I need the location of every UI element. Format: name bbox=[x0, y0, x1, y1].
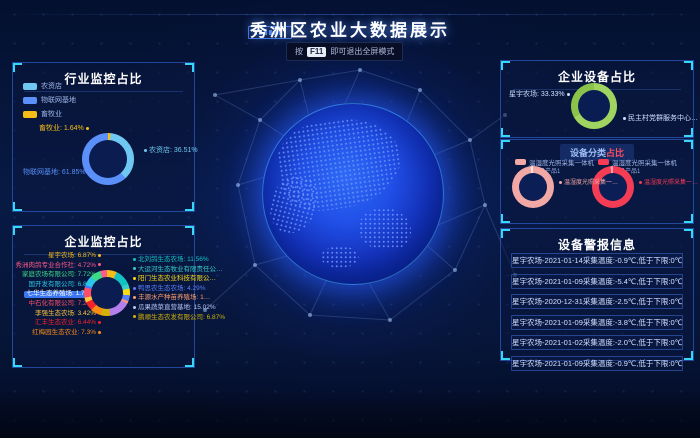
header-divider-line bbox=[0, 14, 700, 15]
leader-dot bbox=[639, 181, 642, 184]
hint-prefix: 按 bbox=[295, 46, 303, 57]
legend-item[interactable]: 农资店 bbox=[23, 81, 76, 91]
chart-callout: 星宇农场: 6.87% bbox=[48, 253, 103, 260]
alarm-row: 星宇农场-2020-12-31采集温度:-2.5℃,低于下限:0℃ bbox=[511, 294, 683, 309]
alarm-row: 星宇农场-2021-01-09采集温度:-0.9℃,低于下限:0℃ bbox=[511, 356, 683, 371]
chart-callout: 瓜果蔬菜直营基地: 15.02% bbox=[131, 305, 216, 312]
leader-dot bbox=[98, 331, 101, 334]
chart-callout: 秀洲肉鸽专业合作社: 4.72% bbox=[15, 263, 103, 270]
chart-callout: 鹏顺生态农发有限公司: 6.87% bbox=[131, 315, 225, 322]
f11-key-badge: F11 bbox=[307, 47, 326, 57]
page-title: 秀洲区农业大数据展示 bbox=[0, 16, 700, 41]
alarm-row: 星宇农场-2021-01-02采集温度:-2.0℃,低于下限:0℃ bbox=[511, 335, 683, 350]
leader-dot bbox=[98, 263, 101, 266]
leader-dot bbox=[133, 287, 136, 290]
legend-swatch bbox=[23, 97, 37, 104]
legend-swatch bbox=[23, 111, 37, 118]
leader-dot bbox=[88, 171, 91, 174]
leader-dot bbox=[623, 117, 626, 120]
alarm-row: 星宇农场-2021-01-14采集温度:-0.9℃,低于下限:0℃ bbox=[511, 253, 683, 268]
leader-dot bbox=[98, 321, 101, 324]
panel-industry-monitor: 行业监控占比 农资店 物联网基地 畜牧业 畜牧业: 1.64% 农资店: 36.… bbox=[12, 62, 195, 212]
leader-dot bbox=[144, 149, 147, 152]
globe-dotted-continent bbox=[265, 171, 324, 238]
alarm-row: 星宇农场-2021-01-09采集温度:-3.8℃,低于下限:0℃ bbox=[511, 315, 683, 330]
device-class-donut-right[interactable] bbox=[592, 166, 634, 208]
globe-dotted-continent bbox=[359, 208, 411, 250]
chart-callout: 汇丰生态农业: 6.44% bbox=[35, 320, 103, 327]
leader-dot bbox=[133, 315, 136, 318]
legend-swatch bbox=[515, 159, 526, 165]
enterprise-labels-right: 北刘鸽生态农场: 11.56% 大运河生态牧业有限责任公… 阳门生态农业科技有限… bbox=[131, 257, 193, 321]
chart-callout: 物联网基地: 61.85% bbox=[23, 167, 93, 177]
legend-item[interactable]: 畜牧业 bbox=[23, 109, 76, 119]
legend-label: 物联网基地 bbox=[41, 95, 76, 105]
legend-label: 畜牧业 bbox=[41, 109, 62, 119]
industry-donut-chart[interactable] bbox=[82, 133, 134, 185]
alarm-row: 星宇农场-2021-01-09采集温度:-5.4℃,低于下限:0℃ bbox=[511, 274, 683, 289]
alarm-list: 星宇农场-2021-01-14采集温度:-0.9℃,低于下限:0℃ 星宇农场-2… bbox=[511, 253, 683, 371]
legend-item[interactable]: 物联网基地 bbox=[23, 95, 76, 105]
chart-callout: 温湿度光照采集一… bbox=[637, 177, 698, 186]
chart-callout: 农资店: 36.51% bbox=[142, 145, 198, 155]
enterprise-device-donut-chart[interactable] bbox=[571, 83, 617, 129]
leader-dot bbox=[133, 277, 136, 280]
device-class-donut-left[interactable] bbox=[512, 166, 554, 208]
leader-dot bbox=[567, 93, 570, 96]
chart-callout: 星宇农场: 33.33% bbox=[509, 89, 572, 99]
leader-dot bbox=[86, 127, 89, 130]
panel-device-classification: 设备分类占比 温湿度光照采集一体机 温湿度光照采集一体机 一体机产品1 一体机产… bbox=[500, 139, 694, 224]
chart-callout: 大运河生态牧业有限责任公… bbox=[131, 267, 223, 274]
legend-label: 农资店 bbox=[41, 81, 62, 91]
bottom-vignette bbox=[0, 390, 700, 438]
leader-dot bbox=[133, 306, 136, 309]
chart-callout: 鸭思农生态农场: 4.29% bbox=[131, 286, 206, 293]
dotted-globe bbox=[262, 103, 444, 285]
panel-title: 企业监控占比 bbox=[24, 226, 183, 255]
hint-suffix: 即可退出全屏模式 bbox=[330, 46, 394, 57]
leader-dot bbox=[133, 296, 136, 299]
fullscreen-hint: 按 F11 即可退出全屏模式 bbox=[286, 42, 403, 61]
chart-callout: 北刘鸽生态农场: 11.56% bbox=[131, 257, 209, 264]
panel-device-alarms: 设备警报信息 星宇农场-2021-01-14采集温度:-0.9℃,低于下限:0℃… bbox=[500, 228, 694, 361]
legend-swatch bbox=[598, 159, 609, 165]
chart-callout: 阳门生态农业科技有限公… bbox=[131, 276, 216, 283]
chart-callout: 民主村党群服务中心… bbox=[621, 113, 698, 123]
dashboard-screen: 秀洲区农业大数据展示 按 F11 即可退出全屏模式 行业监控占比 农资店 物联网… bbox=[0, 0, 700, 438]
globe-dotted-continent bbox=[273, 112, 406, 216]
chart-callout: 红梅园生态农业: 7.3% bbox=[32, 330, 103, 337]
panel-enterprise-device: 企业设备占比 星宇农场: 33.33% 民主村党群服务中心… bbox=[500, 60, 694, 138]
chart-callout: 温湿度光照采集一… bbox=[557, 177, 618, 186]
chart-callout: 畜牧业: 1.64% bbox=[39, 123, 91, 133]
globe-dotted-continent bbox=[321, 246, 359, 268]
industry-legend: 农资店 物联网基地 畜牧业 bbox=[23, 81, 76, 119]
leader-dot bbox=[559, 181, 562, 184]
leader-dot bbox=[133, 267, 136, 270]
legend-swatch bbox=[23, 83, 37, 90]
chart-callout: 丰源水产种苗养殖场: 1… bbox=[131, 295, 210, 302]
enterprise-monitor-donut-chart[interactable] bbox=[84, 270, 130, 316]
leader-dot bbox=[133, 258, 136, 261]
leader-dot bbox=[98, 254, 101, 257]
panel-enterprise-monitor: 企业监控占比 星宇农场: 6.87% 秀洲肉鸽专业合作社: 4.72% 家庭农场… bbox=[12, 225, 195, 368]
